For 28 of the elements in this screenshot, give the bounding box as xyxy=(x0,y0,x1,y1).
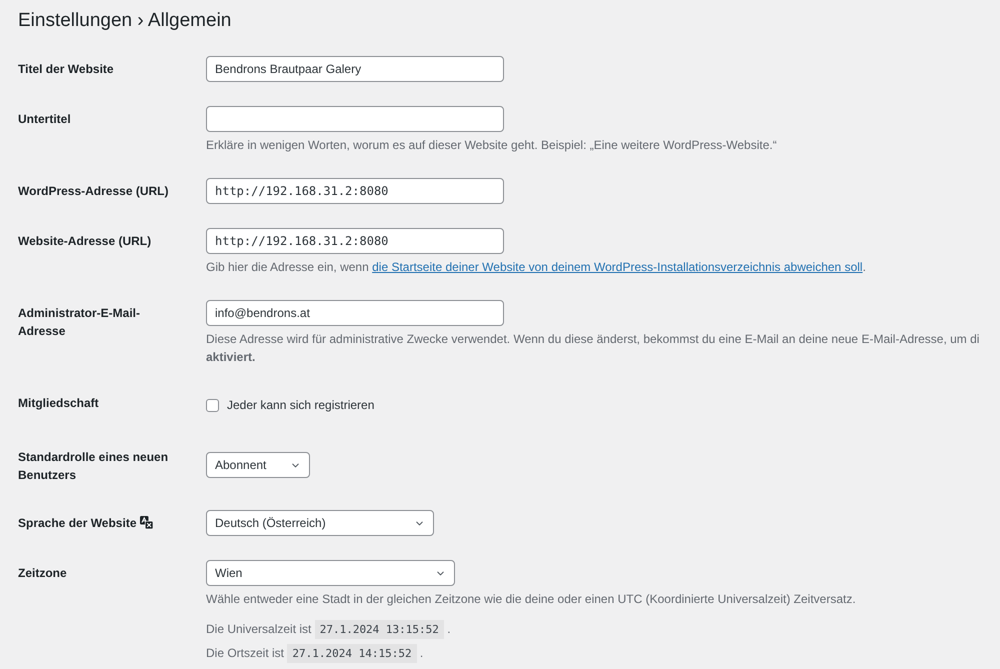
text-field[interactable]: info@bendrons.at xyxy=(206,300,504,326)
dropdown[interactable]: Deutsch (Österreich) xyxy=(206,510,434,536)
field-label: WordPress-Adresse (URL) xyxy=(18,184,168,198)
time-info-text: Die Universalzeit ist 27.1.2024 13:15:52 . xyxy=(206,619,451,640)
description-text: Erkläre in wenigen Worten, worum es auf dieser Website geht. Beispiel: „Eine weitere WordPress-Website.“ xyxy=(206,137,777,154)
page-title: Einstellungen › Allgemein xyxy=(18,9,232,33)
field-label: Zeitzone xyxy=(18,566,67,580)
text-field[interactable]: http://192.168.31.2:8080 xyxy=(206,228,504,254)
text-field[interactable]: Bendrons Brautpaar Galery xyxy=(206,56,504,82)
description-text: Wähle entweder eine Stadt in der gleichen Zeitzone wie die deine oder einen UTC (Koordinierte Universalzeit) Zeitversatz. xyxy=(206,591,856,608)
field-label: Sprache der Website xyxy=(18,516,136,530)
field-label: Administrator-E-Mail-Adresse xyxy=(18,306,140,338)
text-field[interactable]: http://192.168.31.2:8080 xyxy=(206,178,504,204)
checkbox[interactable] xyxy=(206,398,219,412)
time-info-text: Die Ortszeit ist 27.1.2024 14:15:52 . xyxy=(206,643,424,664)
checkbox-label[interactable]: Jeder kann sich registrieren xyxy=(227,396,374,414)
field-label: Standardrolle eines neuen Benutzers xyxy=(18,450,168,482)
link[interactable]: die Startseite deiner Website von deinem WordPress-Installationsverzeichnis abweichen soll xyxy=(372,260,863,274)
dropdown[interactable]: Wien xyxy=(206,560,455,586)
text-field[interactable] xyxy=(206,106,504,132)
field-label: Untertitel xyxy=(18,112,71,126)
field-label: Mitgliedschaft xyxy=(18,396,99,410)
field-label: Titel der Website xyxy=(18,62,114,76)
description-text: Gib hier die Adresse ein, wenn die Startseite deiner Website von deinem WordPress-Installationsverzeichnis abweichen soll. xyxy=(206,259,866,276)
dropdown[interactable]: Abonnent xyxy=(206,452,310,478)
description-text: Diese Adresse wird für administrative Zwecke verwendet. Wenn du diese änderst, bekommst du eine E-Mail an deine neue E-Mail-Adresse, um di aktiviert. xyxy=(206,331,980,366)
field-label: Website-Adresse (URL) xyxy=(18,234,152,248)
translation-icon xyxy=(140,516,152,529)
